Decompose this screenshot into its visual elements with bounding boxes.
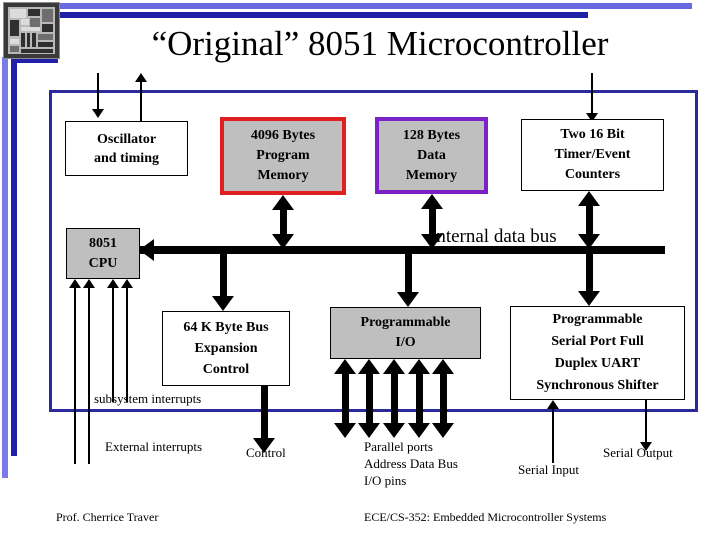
data-memory-line-1: 128 Bytes bbox=[402, 127, 461, 143]
bus-expansion-line-3: Control bbox=[202, 362, 250, 377]
left-light-blue-rail bbox=[2, 57, 8, 478]
programmable-io-line-2: I/O bbox=[395, 335, 416, 350]
data-memory-line-3: Memory bbox=[405, 167, 458, 183]
top-dark-blue-rail bbox=[58, 12, 588, 18]
oscillator-line-2: and timing bbox=[94, 150, 159, 166]
block-serial-port[interactable]: Programmable Serial Port Full Duplex UAR… bbox=[510, 306, 685, 400]
serial-port-line-2: Serial Port Full bbox=[551, 334, 644, 349]
block-oscillator[interactable]: Oscillator and timing bbox=[65, 121, 188, 176]
block-cpu[interactable]: 8051 CPU bbox=[66, 228, 140, 279]
timers-line-2: Timer/Event bbox=[554, 147, 631, 162]
serial-port-line-1: Programmable bbox=[552, 312, 643, 327]
label-control: Control bbox=[246, 445, 286, 460]
program-memory-line-3: Memory bbox=[257, 168, 309, 183]
block-data-memory[interactable]: 128 Bytes Data Memory bbox=[375, 117, 488, 194]
block-program-memory[interactable]: 4096 Bytes Program Memory bbox=[220, 117, 346, 195]
footer-course: ECE/CS-352: Embedded Microcontroller Sys… bbox=[364, 510, 607, 524]
data-memory-line-2: Data bbox=[417, 147, 446, 163]
label-external-interrupts: External interrupts bbox=[105, 439, 203, 454]
cpu-line-1: 8051 bbox=[89, 235, 117, 251]
bus-expansion-line-2: Expansion bbox=[194, 341, 258, 356]
timers-line-3: Counters bbox=[564, 167, 621, 182]
label-subsystem-interrupts: subsystem interrupts bbox=[94, 391, 202, 406]
timers-line-1: Two 16 Bit bbox=[560, 127, 625, 142]
block-timers[interactable]: Two 16 Bit Timer/Event Counters bbox=[521, 119, 664, 191]
label-parallel-ports-line-1: Parallel ports bbox=[364, 439, 433, 454]
internal-data-bus-label: Internal data bus bbox=[430, 226, 557, 247]
label-serial-output: Serial Output bbox=[603, 445, 673, 460]
oscillator-line-1: Oscillator bbox=[96, 131, 157, 147]
chip-die-photo bbox=[3, 2, 60, 59]
label-serial-input: Serial Input bbox=[518, 462, 580, 477]
arrow-bus-to-cpu bbox=[139, 239, 154, 261]
slide-canvas: “Original” 8051 Microcontroller Oscillat… bbox=[0, 0, 720, 540]
block-programmable-io[interactable]: Programmable I/O bbox=[330, 307, 481, 359]
footer-author: Prof. Cherrice Traver bbox=[56, 510, 159, 524]
bus-expansion-line-1: 64 K Byte Bus bbox=[183, 320, 269, 335]
program-memory-line-1: 4096 Bytes bbox=[250, 128, 316, 143]
serial-port-line-4: Synchronous Shifter bbox=[536, 378, 659, 393]
program-memory-line-2: Program bbox=[256, 148, 310, 163]
label-parallel-ports-line-2: Address Data Bus bbox=[364, 456, 458, 471]
serial-port-line-3: Duplex UART bbox=[554, 356, 641, 371]
page-title: “Original” 8051 Microcontroller bbox=[151, 24, 609, 63]
label-parallel-ports-line-3: I/O pins bbox=[364, 473, 407, 488]
top-light-blue-rail bbox=[58, 3, 692, 9]
cpu-line-2: CPU bbox=[88, 255, 118, 271]
programmable-io-line-1: Programmable bbox=[360, 315, 451, 330]
label-parallel-ports: Parallel ports Address Data Bus I/O pins bbox=[364, 438, 458, 489]
left-dark-blue-rail bbox=[11, 57, 17, 456]
block-bus-expansion[interactable]: 64 K Byte Bus Expansion Control bbox=[162, 311, 290, 386]
